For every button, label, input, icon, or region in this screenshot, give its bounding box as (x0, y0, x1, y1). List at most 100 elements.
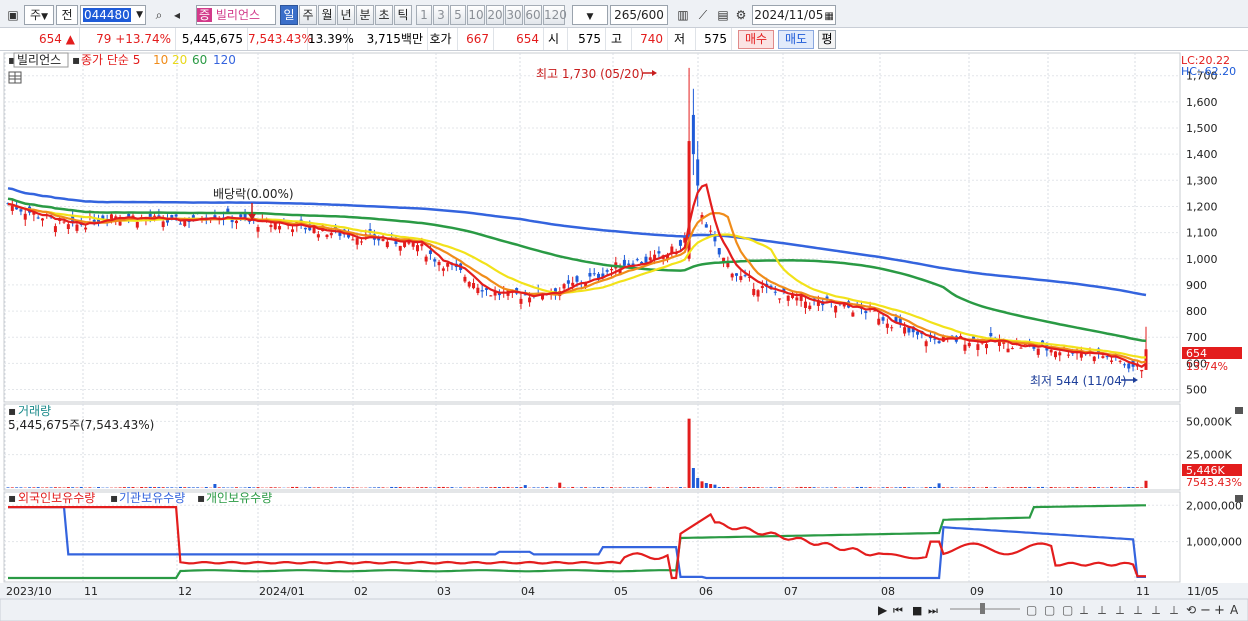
zoom-slider-thumb[interactable] (980, 603, 985, 614)
volume-panel (3, 403, 1181, 491)
volume-bar (1041, 486, 1045, 488)
period-button-3[interactable]: 년 (337, 5, 355, 25)
legend-square-icon: ▪ (110, 491, 118, 505)
volume-bar (140, 487, 144, 488)
layout-icon[interactable]: ▢ (1026, 603, 1037, 617)
interval-button-2[interactable]: 5 (450, 5, 466, 25)
volume-bar (894, 487, 898, 488)
volume-bar (592, 487, 596, 488)
rewind-icon[interactable]: ⏮ (893, 604, 903, 617)
auto-scale-icon[interactable]: A (1230, 603, 1239, 617)
period-button-2[interactable]: 월 (318, 5, 336, 25)
calendar-icon[interactable]: ▦ (824, 11, 833, 22)
candle-body (472, 283, 476, 289)
buy-button[interactable]: 매수 (738, 30, 774, 49)
count-field[interactable]: 265/600 (610, 5, 668, 25)
panel-close-icon[interactable] (1235, 495, 1243, 502)
panel-close-icon[interactable] (1235, 407, 1243, 414)
draw-tool-icon[interactable]: ⟋ (694, 6, 712, 24)
tool-icon[interactable]: ⟂ (1152, 603, 1160, 617)
volume-bar (704, 483, 708, 488)
period-button-5[interactable]: 초 (375, 5, 393, 25)
volume-bar (778, 487, 782, 488)
legend-square-icon: ▪ (72, 53, 80, 67)
tool-icon[interactable]: ⟂ (1080, 603, 1088, 617)
forward-icon[interactable]: ⏭ (928, 604, 938, 617)
candle-body (622, 259, 626, 266)
volume-bar (756, 487, 760, 488)
tool-icon[interactable]: ⟂ (1116, 603, 1124, 617)
play-icon[interactable]: ▶ (878, 603, 888, 617)
volume-bar (144, 487, 148, 488)
legend-ma120: 120 (213, 53, 236, 67)
period-button-4[interactable]: 분 (356, 5, 374, 25)
volume-bar (165, 487, 169, 488)
volume-bar (398, 487, 402, 488)
candle-body (592, 273, 596, 275)
speaker-icon[interactable]: ◂ (168, 6, 186, 24)
interval-button-4[interactable]: 20 (486, 5, 504, 25)
zoom-out-icon[interactable]: − (1200, 603, 1211, 618)
volume-bar (885, 487, 889, 488)
volume-bar (433, 487, 437, 488)
candle-body (291, 229, 294, 232)
period-selector[interactable]: 주▼ (24, 5, 54, 25)
volume-bar (79, 486, 83, 488)
interval-button-7[interactable]: 120 (543, 5, 567, 25)
candle-body (803, 301, 807, 308)
layout-icon[interactable]: ▢ (1062, 603, 1073, 617)
volume-bar (53, 487, 57, 488)
tool-icon[interactable]: ⟂ (1170, 603, 1178, 617)
tool-icon[interactable]: ⟂ (1134, 603, 1142, 617)
candle-type-icon[interactable]: ▥ (674, 6, 692, 24)
gear-icon[interactable]: ⚙ (732, 6, 750, 24)
eval-button[interactable]: 평 (818, 30, 836, 49)
candle-body (734, 273, 738, 276)
chevron-down-icon[interactable]: ▼ (136, 6, 143, 24)
reset-zoom-icon[interactable]: ⟲ (1186, 603, 1196, 617)
hc-label: HC:-62.20 (1181, 65, 1236, 78)
interval-button-5[interactable]: 30 (505, 5, 523, 25)
period-button-0[interactable]: 일 (280, 5, 298, 25)
layout-icon[interactable]: ▢ (1044, 603, 1055, 617)
candle-body (480, 290, 484, 292)
candle-body (691, 114, 695, 155)
interval-button-0[interactable]: 1 (416, 5, 432, 25)
volume-bar (295, 486, 299, 488)
volume-bar (191, 487, 195, 488)
candle-body (316, 234, 320, 238)
window-menu-icon[interactable]: ▣ (4, 6, 22, 24)
candle-body (40, 218, 44, 221)
date-field[interactable]: 2024/11/05▦ (752, 5, 836, 25)
interval-button-1[interactable]: 3 (433, 5, 449, 25)
chart-area[interactable]: 5006007008009001,0001,1001,2001,3001,400… (0, 51, 1248, 621)
price-tick-label: 1,100 (1186, 227, 1218, 240)
stock-name-field[interactable]: 증 빌리언스 (196, 5, 276, 25)
candle-body (1118, 360, 1122, 362)
candle-body (1006, 348, 1010, 353)
zoom-in-icon[interactable]: + (1214, 603, 1225, 618)
interval-button-6[interactable]: 60 (524, 5, 542, 25)
interval-button-3[interactable]: 10 (467, 5, 485, 25)
price-tick-label: 1,500 (1186, 122, 1218, 135)
volume-bar (131, 487, 135, 488)
legend-stock-name[interactable]: 빌리언스 (17, 53, 61, 67)
candle-body (760, 286, 764, 289)
stock-code-input[interactable]: 044480 ▼ (80, 5, 146, 25)
save-icon[interactable]: ▤ (714, 6, 732, 24)
prev-button[interactable]: 전 (56, 5, 78, 25)
search-icon[interactable]: ⌕ (150, 6, 168, 24)
sell-button[interactable]: 매도 (778, 30, 814, 49)
period-button-6[interactable]: 틱 (394, 5, 412, 25)
volume-bar (881, 487, 885, 488)
stop-icon[interactable]: ■ (912, 604, 922, 617)
volume-bar (1144, 480, 1148, 488)
tool-icon[interactable]: ⟂ (1098, 603, 1106, 617)
interval-custom-select[interactable]: ▼ (572, 5, 608, 25)
volume-bar (795, 487, 799, 488)
volume-pct: 7,543.43% (248, 28, 313, 50)
candle-body (1140, 369, 1144, 372)
volume-bar (713, 484, 717, 488)
high-annotation: 최고 1,730 (05/20) (536, 67, 644, 81)
period-button-1[interactable]: 주 (299, 5, 317, 25)
